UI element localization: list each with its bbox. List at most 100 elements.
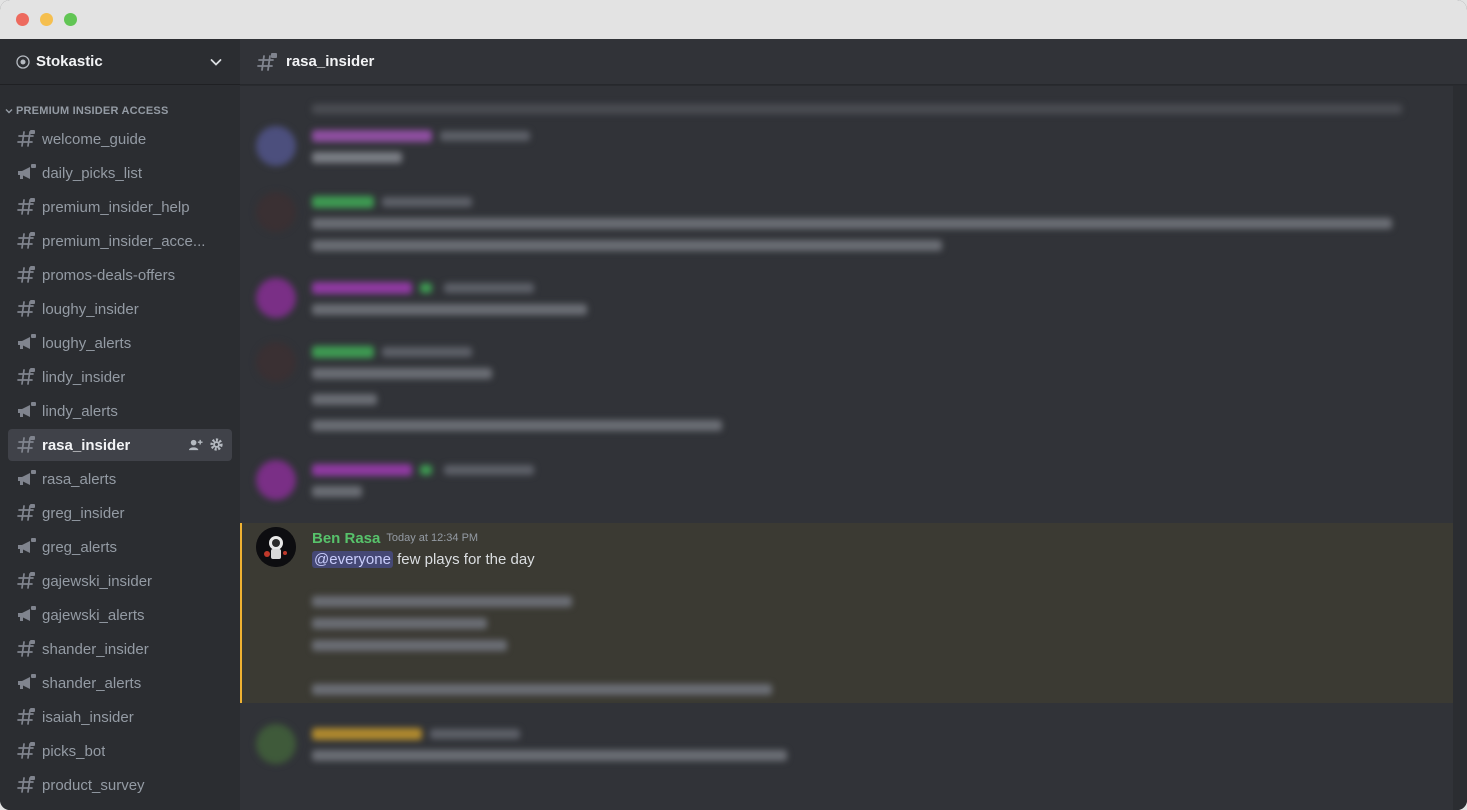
message-item[interactable] — [240, 724, 1453, 774]
channel-label: promos-deals-offers — [42, 266, 176, 284]
astronaut-avatar-icon — [256, 527, 296, 567]
title-bar — [0, 0, 1467, 39]
everyone-mention[interactable]: @everyone — [312, 551, 393, 568]
avatar — [256, 278, 296, 318]
category-label: PREMIUM INSIDER ACCESS — [16, 105, 169, 117]
hash-icon — [16, 707, 36, 727]
channel-label: greg_alerts — [42, 538, 118, 556]
app-window: Stokastic PREMIUM INSIDER ACCESS welcome… — [0, 0, 1467, 810]
server-name: Stokastic — [36, 53, 103, 70]
message-item[interactable] — [240, 192, 1453, 262]
sidebar-item-gajewski-insider[interactable]: gajewski_insider — [8, 565, 232, 597]
hash-icon — [16, 129, 36, 149]
server-header[interactable]: Stokastic — [0, 39, 240, 85]
hash-icon — [16, 299, 36, 319]
channel-label: daily_picks_list — [42, 164, 143, 182]
hash-icon — [16, 265, 36, 285]
channel-header: rasa_insider — [240, 39, 1467, 85]
avatar — [256, 126, 296, 166]
sidebar-item-premium-insider-help[interactable]: premium_insider_help — [8, 191, 232, 223]
sidebar-item-daily-picks-list[interactable]: daily_picks_list — [8, 157, 232, 189]
channel-label: premium_insider_acce... — [42, 232, 206, 250]
sidebar-item-rasa-insider[interactable]: rasa_insider — [8, 429, 232, 461]
sidebar-item-gajewski-alerts[interactable]: gajewski_alerts — [8, 599, 232, 631]
megaphone-icon — [16, 401, 36, 421]
channel-label: lindy_insider — [42, 368, 126, 386]
avatar[interactable] — [256, 527, 296, 567]
channel-title: rasa_insider — [286, 53, 375, 70]
channel-label: premium_insider_help — [42, 198, 190, 216]
sidebar-item-shander-alerts[interactable]: shander_alerts — [8, 667, 232, 699]
channel-label: gajewski_insider — [42, 572, 153, 590]
invite-user-icon[interactable] — [188, 437, 203, 452]
channel-label: welcome_guide — [42, 130, 147, 148]
minimize-window-button[interactable] — [40, 13, 53, 26]
sidebar-item-lindy-alerts[interactable]: lindy_alerts — [8, 395, 232, 427]
message-item[interactable] — [240, 460, 1453, 510]
hash-lock-icon — [257, 52, 277, 71]
server-badge-icon — [16, 54, 30, 69]
channel-label: loughy_insider — [42, 300, 139, 318]
sidebar-item-welcome-guide[interactable]: welcome_guide — [8, 123, 232, 155]
megaphone-icon — [16, 605, 36, 625]
sidebar-item-rasa-alerts[interactable]: rasa_alerts — [8, 463, 232, 495]
channel-label: shander_insider — [42, 640, 149, 658]
hash-icon — [16, 231, 36, 251]
channel-actions — [188, 437, 224, 452]
hash-icon — [16, 503, 36, 523]
sidebar-item-loughy-insider[interactable]: loughy_insider — [8, 293, 232, 325]
hash-icon — [16, 775, 36, 795]
megaphone-icon — [16, 537, 36, 557]
close-window-button[interactable] — [16, 13, 29, 26]
channel-label: shander_alerts — [42, 674, 142, 692]
channel-list: welcome_guide daily_picks_list premium_ins… — [0, 123, 240, 801]
sidebar-item-shander-insider[interactable]: shander_insider — [8, 633, 232, 665]
gear-icon[interactable] — [209, 437, 224, 452]
megaphone-icon — [16, 333, 36, 353]
message-text: few plays for the day — [392, 551, 535, 568]
megaphone-icon — [16, 673, 36, 693]
maximize-window-button[interactable] — [64, 13, 77, 26]
avatar — [256, 192, 296, 232]
sidebar-item-isaiah-insider[interactable]: isaiah_insider — [8, 701, 232, 733]
channel-label: lindy_alerts — [42, 402, 118, 420]
chat-area: rasa_insider Ben Rasa Today at 12:34 PM … — [240, 39, 1467, 810]
sidebar-item-greg-alerts[interactable]: greg_alerts — [8, 531, 232, 563]
sidebar-item-lindy-insider[interactable]: lindy_insider — [8, 361, 232, 393]
sidebar-item-greg-insider[interactable]: greg_insider — [8, 497, 232, 529]
message-list[interactable]: Ben Rasa Today at 12:34 PM @everyone few… — [240, 86, 1453, 810]
message-item[interactable] — [240, 278, 1453, 328]
channel-label: loughy_alerts — [42, 334, 132, 352]
hash-icon — [16, 639, 36, 659]
channel-sidebar: Stokastic PREMIUM INSIDER ACCESS welcome… — [0, 39, 240, 810]
channel-label: gajewski_alerts — [42, 606, 145, 624]
category-header[interactable]: PREMIUM INSIDER ACCESS — [0, 101, 240, 121]
chevron-down-icon[interactable] — [208, 54, 224, 70]
message-item[interactable] — [240, 342, 1453, 442]
sidebar-item-loughy-alerts[interactable]: loughy_alerts — [8, 327, 232, 359]
hash-icon — [16, 197, 36, 217]
channel-label: product_survey — [42, 776, 145, 794]
megaphone-icon — [16, 469, 36, 489]
megaphone-icon — [16, 163, 36, 183]
sidebar-item-premium-insider-acce[interactable]: premium_insider_acce... — [8, 225, 232, 257]
sidebar-item-picks-bot[interactable]: picks_bot — [8, 735, 232, 767]
channel-label: greg_insider — [42, 504, 125, 522]
avatar — [256, 342, 296, 382]
message-author[interactable]: Ben Rasa — [312, 530, 380, 547]
hash-icon — [16, 435, 36, 455]
hash-icon — [16, 741, 36, 761]
scrollbar[interactable] — [1453, 86, 1467, 810]
chevron-down-icon — [5, 109, 13, 114]
avatar — [256, 460, 296, 500]
channel-label: isaiah_insider — [42, 708, 134, 726]
message-timestamp: Today at 12:34 PM — [386, 532, 479, 544]
channel-label: rasa_insider — [42, 436, 131, 454]
channel-label: rasa_alerts — [42, 470, 117, 488]
hash-icon — [16, 571, 36, 591]
sidebar-item-promos-deals-offers[interactable]: promos-deals-offers — [8, 259, 232, 291]
message-item[interactable] — [240, 126, 1453, 176]
sidebar-item-product-survey[interactable]: product_survey — [8, 769, 232, 801]
hash-icon — [16, 367, 36, 387]
featured-message[interactable]: Ben Rasa Today at 12:34 PM @everyone few… — [240, 527, 1453, 577]
